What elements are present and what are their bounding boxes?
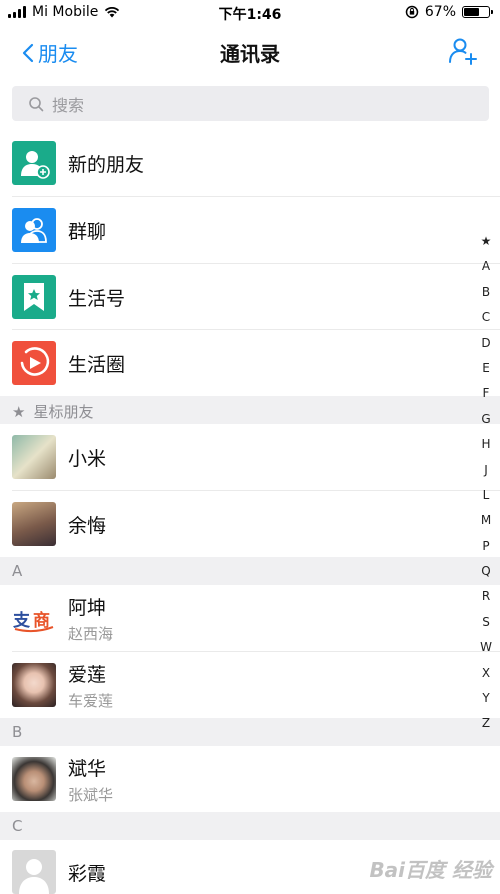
svg-text:支: 支 — [13, 610, 31, 631]
menu-item-label: 新的朋友 — [68, 153, 145, 176]
battery-percent: 67% — [424, 4, 456, 20]
avatar: 支 商 — [12, 596, 56, 640]
contact-row[interactable]: 斌华 张斌华 — [0, 746, 476, 812]
index-letter[interactable]: J — [478, 458, 494, 483]
default-avatar-icon — [12, 850, 56, 894]
index-letter[interactable]: E — [478, 356, 494, 381]
contact-row[interactable]: 小米 — [0, 424, 476, 490]
index-letter[interactable]: A — [478, 254, 494, 279]
contact-name: 阿坤 — [68, 596, 107, 619]
contact-row[interactable]: 余悔 — [0, 491, 476, 557]
contact-real-name: 赵西海 — [68, 624, 114, 643]
index-letter[interactable]: P — [478, 534, 494, 559]
section-letter: A — [12, 562, 23, 580]
add-person-icon — [449, 38, 477, 65]
section-letter: C — [12, 817, 23, 835]
rotation-lock-icon — [405, 5, 419, 19]
menu-item-life-account[interactable]: 生活号 — [0, 264, 476, 330]
search-icon — [29, 96, 44, 111]
contact-row[interactable]: 支 商 阿坤 赵西海 — [0, 585, 476, 651]
menu-item-new-friends[interactable]: 新的朋友 — [0, 130, 476, 196]
contact-name: 小米 — [68, 447, 107, 470]
contact-name: 爱莲 — [68, 663, 107, 686]
section-header-b: B — [0, 718, 500, 746]
menu-item-label: 生活圈 — [68, 353, 126, 376]
index-letter[interactable]: Z — [478, 711, 494, 736]
menu-item-life-circle[interactable]: 生活圈 — [0, 330, 476, 396]
section-header-starred: ★ 星标朋友 — [0, 396, 500, 424]
index-letter[interactable]: F — [478, 381, 494, 406]
index-letter[interactable]: Y — [478, 686, 494, 711]
contact-row[interactable]: 爱莲 车爱莲 — [0, 652, 476, 718]
section-title: 星标朋友 — [33, 403, 94, 421]
index-letter[interactable]: D — [478, 331, 494, 356]
index-letter[interactable]: G — [478, 407, 494, 432]
index-letter[interactable]: ★ — [478, 229, 494, 254]
contact-name: 余悔 — [68, 514, 107, 537]
play-circle-icon — [12, 341, 56, 385]
add-friend-button[interactable] — [448, 36, 478, 70]
index-letter[interactable]: C — [478, 305, 494, 330]
contact-real-name: 张斌华 — [68, 785, 114, 804]
menu-item-group-chat[interactable]: 群聊 — [0, 197, 476, 263]
page-title: 通讯录 — [220, 42, 280, 66]
contact-real-name: 车爱莲 — [68, 691, 114, 710]
index-letter[interactable]: Q — [478, 559, 494, 584]
section-header-c: C — [0, 812, 500, 840]
alphabet-index[interactable]: ★ A B C D E F G H J L M P Q R S W X Y Z — [478, 229, 494, 737]
add-friend-icon — [12, 141, 56, 185]
avatar — [12, 502, 56, 546]
index-letter[interactable]: B — [478, 280, 494, 305]
search-bar[interactable]: 搜索 — [12, 86, 489, 121]
index-letter[interactable]: L — [478, 483, 494, 508]
avatar — [12, 663, 56, 707]
group-chat-icon — [12, 208, 56, 252]
watermark-logo: Bai百度 经验 — [369, 858, 492, 882]
navigation-bar: 朋友 通讯录 — [0, 26, 500, 76]
menu-item-label: 群聊 — [68, 220, 107, 243]
avatar — [12, 435, 56, 479]
index-letter[interactable]: M — [478, 508, 494, 533]
section-letter: B — [12, 723, 23, 741]
avatar — [12, 757, 56, 801]
status-bar: Mi Mobile 下午1:46 67% — [0, 0, 500, 26]
index-letter[interactable]: H — [478, 432, 494, 457]
index-letter[interactable]: R — [478, 584, 494, 609]
contact-name: 彩霞 — [68, 863, 107, 885]
star-icon: ★ — [12, 403, 26, 421]
index-letter[interactable]: W — [478, 635, 494, 660]
bookmark-star-icon — [12, 275, 56, 319]
index-letter[interactable]: X — [478, 661, 494, 686]
search-placeholder: 搜索 — [52, 95, 85, 115]
contact-name: 斌华 — [68, 757, 107, 780]
section-header-a: A — [0, 557, 500, 585]
menu-item-label: 生活号 — [68, 287, 126, 310]
index-letter[interactable]: S — [478, 610, 494, 635]
battery-icon — [462, 6, 493, 18]
